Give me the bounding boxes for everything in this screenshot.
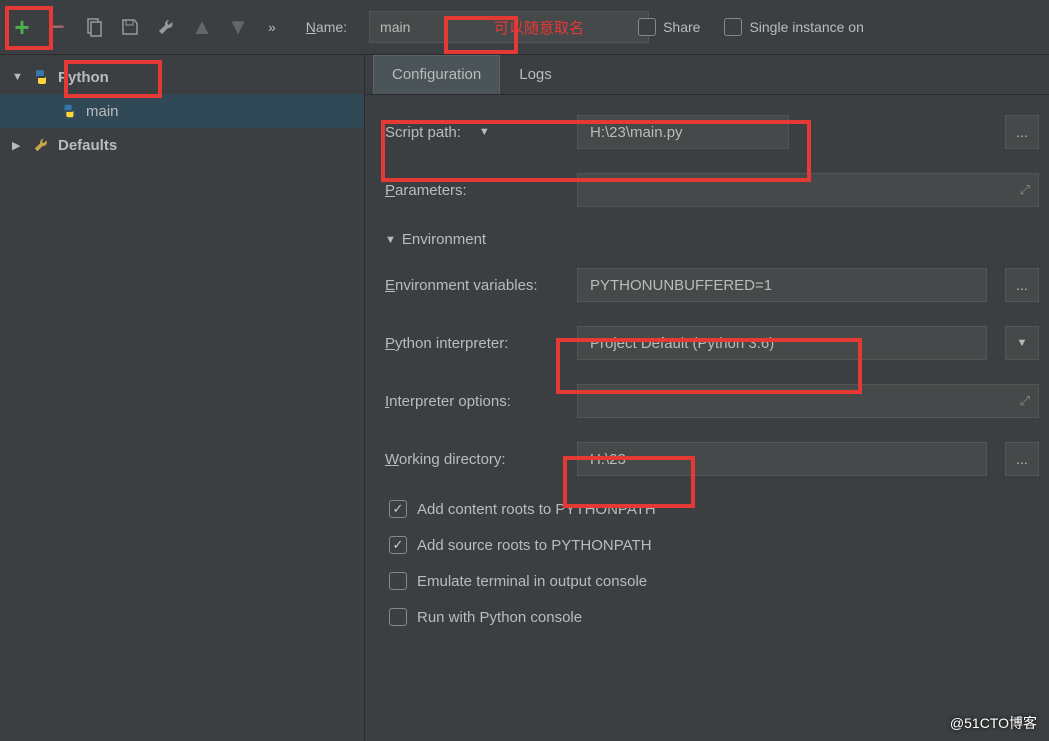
name-label: Name: <box>306 19 347 35</box>
add-content-roots-checkbox[interactable] <box>389 500 407 518</box>
share-checkbox-wrap: Share <box>638 18 700 36</box>
copy-icon[interactable] <box>82 15 106 39</box>
add-source-roots-checkbox[interactable] <box>389 536 407 554</box>
interp-options-label: Interpreter options: <box>385 393 565 410</box>
env-vars-browse-button[interactable]: ... <box>1005 268 1039 302</box>
row-env-vars: Environment variables: PYTHONUNBUFFERED=… <box>385 268 1039 302</box>
row-interpreter: Python interpreter: Project Default (Pyt… <box>385 326 1039 360</box>
row-interp-options: Interpreter options: ⤢ <box>385 384 1039 418</box>
tabs: Configuration Logs <box>365 55 1049 95</box>
name-input[interactable] <box>369 11 649 43</box>
add-source-roots-label: Add source roots to PYTHONPATH <box>417 537 652 554</box>
interp-options-input[interactable]: ⤢ <box>577 384 1039 418</box>
emulate-terminal-checkbox[interactable] <box>389 572 407 590</box>
interpreter-select[interactable]: Project Default (Python 3.6) <box>577 326 987 360</box>
single-instance-checkbox[interactable] <box>724 18 742 36</box>
row-add-source-roots: Add source roots to PYTHONPATH <box>389 536 1039 554</box>
python-group-label: Python <box>58 69 109 86</box>
add-icon[interactable]: + <box>10 15 34 39</box>
main: ▼ Python main ▶ Defaults Configuration L… <box>0 55 1049 741</box>
single-instance-label: Single instance on <box>749 19 863 35</box>
env-vars-label: Environment variables: <box>385 277 565 294</box>
tree-item-main[interactable]: main <box>0 94 364 128</box>
workdir-browse-button[interactable]: ... <box>1005 442 1039 476</box>
script-path-input[interactable]: H:\23\main.py <box>577 115 789 149</box>
add-content-roots-label: Add content roots to PYTHONPATH <box>417 501 656 518</box>
browse-button[interactable]: ... <box>1005 115 1039 149</box>
interpreter-label: Python interpreter: <box>385 335 565 352</box>
parameters-label: Parameters: <box>385 182 565 199</box>
expand-icon[interactable]: ⤢ <box>1020 393 1030 409</box>
share-label: Share <box>663 19 700 35</box>
environment-section-header[interactable]: ▼ Environment <box>385 231 1039 248</box>
expand-icon[interactable]: » <box>268 19 276 35</box>
sidebar: ▼ Python main ▶ Defaults <box>0 55 365 741</box>
single-instance-wrap: Single instance on <box>724 18 863 36</box>
row-run-console: Run with Python console <box>389 608 1039 626</box>
chevron-down-icon[interactable]: ▼ <box>479 126 490 138</box>
expand-icon[interactable]: ⤢ <box>1020 182 1030 198</box>
workdir-label: Working directory: <box>385 451 565 468</box>
emulate-terminal-label: Emulate terminal in output console <box>417 573 647 590</box>
share-checkbox[interactable] <box>638 18 656 36</box>
python-icon <box>32 68 50 86</box>
tree-defaults-group[interactable]: ▶ Defaults <box>0 128 364 162</box>
chevron-down-icon: ▼ <box>385 234 396 246</box>
python-icon <box>60 102 78 120</box>
wrench-icon <box>32 136 50 154</box>
script-path-label: Script path: <box>385 124 461 141</box>
remove-icon[interactable]: − <box>46 15 70 39</box>
defaults-label: Defaults <box>58 137 117 154</box>
workdir-input[interactable]: H:\23 <box>577 442 987 476</box>
chevron-down-icon: ▼ <box>12 71 24 83</box>
row-add-content-roots: Add content roots to PYTHONPATH <box>389 500 1039 518</box>
row-script-path: Script path: ▼ H:\23\main.py ... <box>385 115 1039 149</box>
chevron-right-icon: ▶ <box>12 139 24 152</box>
form: Script path: ▼ H:\23\main.py ... Paramet… <box>365 95 1049 654</box>
content: Configuration Logs Script path: ▼ H:\23\… <box>365 55 1049 741</box>
wrench-icon[interactable] <box>154 15 178 39</box>
run-console-checkbox[interactable] <box>389 608 407 626</box>
save-icon[interactable] <box>118 15 142 39</box>
environment-label: Environment <box>402 231 486 248</box>
watermark: @51CTO博客 <box>950 713 1037 733</box>
run-console-label: Run with Python console <box>417 609 582 626</box>
down-icon[interactable]: ▼ <box>226 15 250 39</box>
row-working-directory: Working directory: H:\23 ... <box>385 442 1039 476</box>
tab-logs[interactable]: Logs <box>500 55 571 94</box>
env-vars-input[interactable]: PYTHONUNBUFFERED=1 <box>577 268 987 302</box>
toolbar: + − ▲ ▼ » Name: 可以随意取名 Share Single inst… <box>0 0 1049 55</box>
row-emulate-terminal: Emulate terminal in output console <box>389 572 1039 590</box>
parameters-input[interactable]: ⤢ <box>577 173 1039 207</box>
up-icon[interactable]: ▲ <box>190 15 214 39</box>
tree-python-group[interactable]: ▼ Python <box>0 60 364 94</box>
tab-configuration[interactable]: Configuration <box>373 55 500 94</box>
tree-item-label: main <box>86 103 119 120</box>
interpreter-dropdown-button[interactable]: ▼ <box>1005 326 1039 360</box>
row-parameters: Parameters: ⤢ <box>385 173 1039 207</box>
